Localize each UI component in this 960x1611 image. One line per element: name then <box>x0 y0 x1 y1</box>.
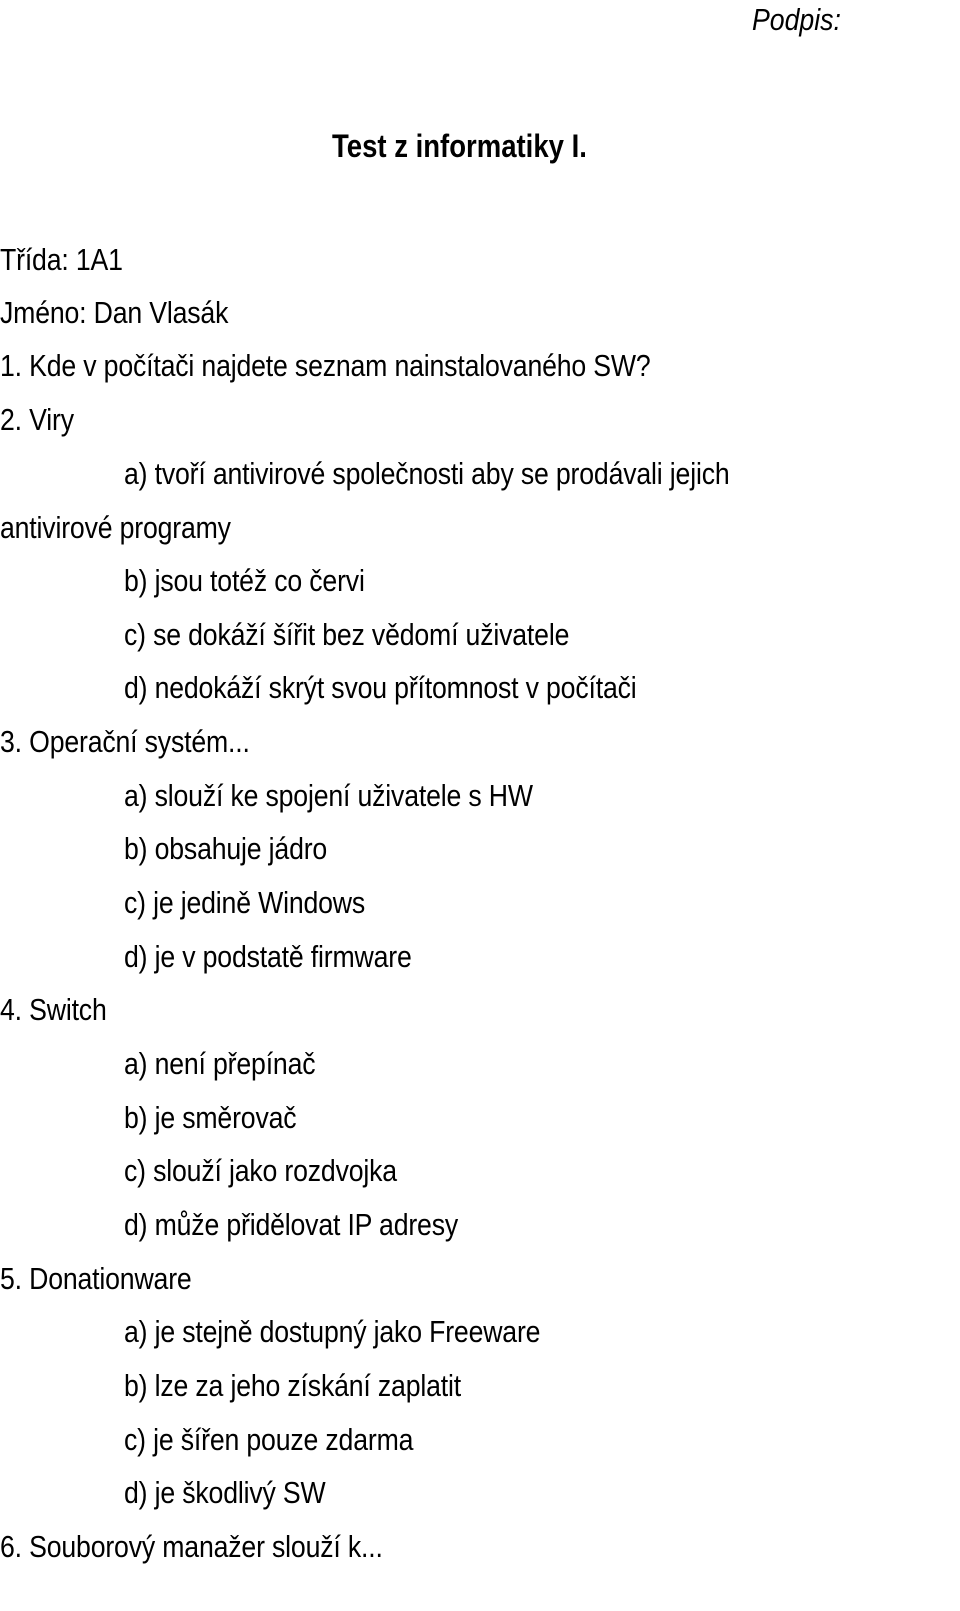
question-3-option-d: d) je v podstatě firmware <box>124 939 412 974</box>
class-line: Třída: 1A1 <box>0 242 123 277</box>
question-4-option-c: c) slouží jako rozdvojka <box>124 1153 397 1188</box>
question-3-option-b: b) obsahuje jádro <box>124 831 328 866</box>
question-3-option-c: c) je jedině Windows <box>124 885 366 920</box>
question-5-option-a: a) je stejně dostupný jako Freeware <box>124 1314 541 1349</box>
page-title: Test z informatiky I. <box>332 128 587 164</box>
question-4: 4. Switch <box>0 992 107 1027</box>
student-name-line: Jméno: Dan Vlasák <box>0 295 229 330</box>
question-1: 1. Kde v počítači najdete seznam nainsta… <box>0 348 651 383</box>
question-4-option-d: d) může přidělovat IP adresy <box>124 1207 459 1242</box>
question-2-option-a: a) tvoří antivirové společnosti aby se p… <box>124 456 730 491</box>
question-3-option-a: a) slouží ke spojení uživatele s HW <box>124 778 533 813</box>
question-2-option-b: b) jsou totéž co červi <box>124 563 365 598</box>
question-2-option-a-continuation: antivirové programy <box>0 510 231 545</box>
question-5: 5. Donationware <box>0 1261 192 1296</box>
question-5-option-c: c) je šířen pouze zdarma <box>124 1422 414 1457</box>
signature-label: Podpis: <box>752 2 841 37</box>
question-2: 2. Viry <box>0 402 74 437</box>
question-5-option-d: d) je škodlivý SW <box>124 1475 326 1510</box>
question-4-option-b: b) je směrovač <box>124 1100 297 1135</box>
question-4-option-a: a) není přepínač <box>124 1046 316 1081</box>
question-2-option-d: d) nedokáží skrýt svou přítomnost v počí… <box>124 670 637 705</box>
question-2-option-c: c) se dokáží šířit bez vědomí uživatele <box>124 617 570 652</box>
question-6: 6. Souborový manažer slouží k... <box>0 1529 383 1564</box>
question-5-option-b: b) lze za jeho získání zaplatit <box>124 1368 461 1403</box>
question-3: 3. Operační systém... <box>0 724 250 759</box>
